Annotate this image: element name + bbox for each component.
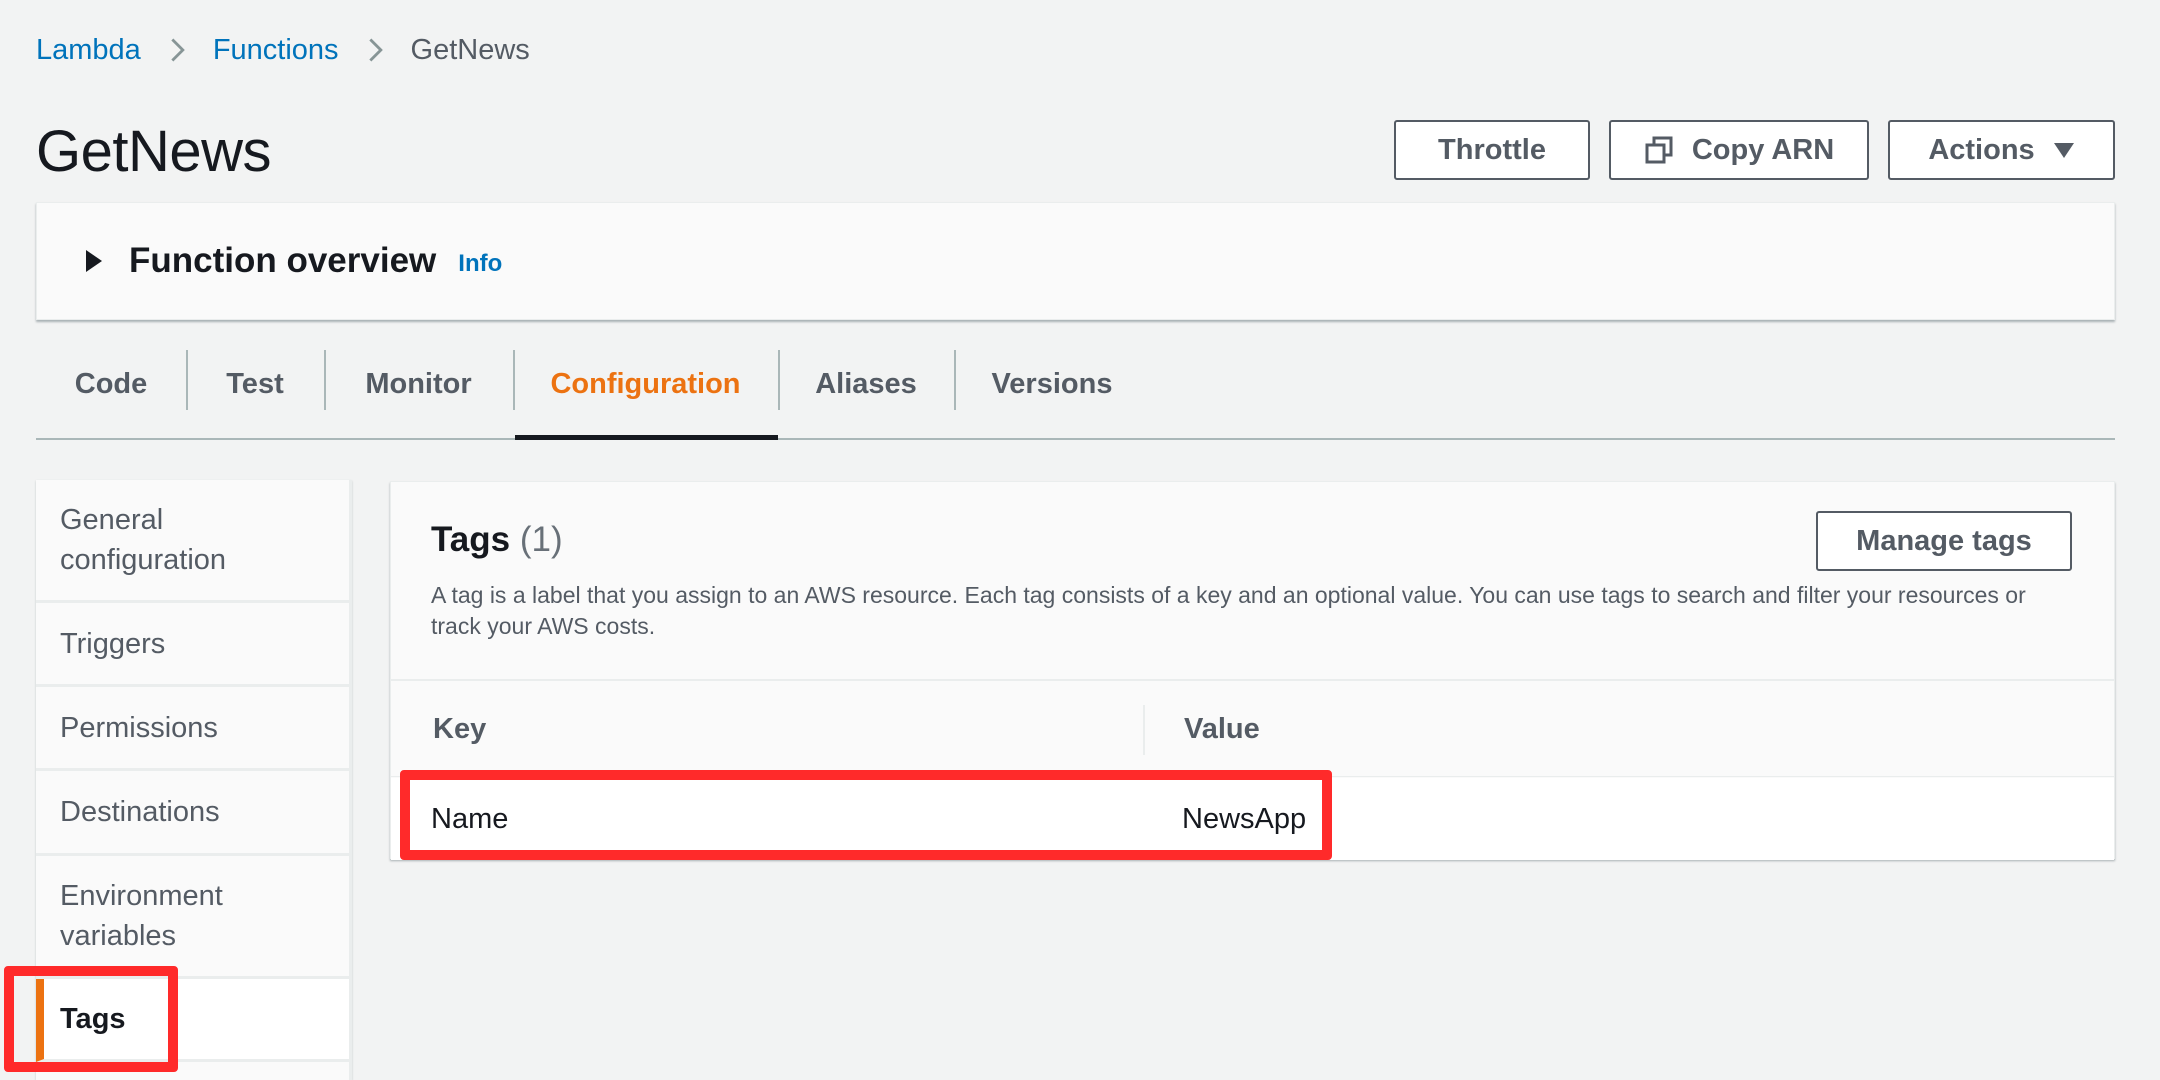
throttle-button[interactable]: Throttle (1394, 120, 1590, 180)
breadcrumb-current: GetNews (410, 33, 530, 66)
sidebar-item-label: General configuration (60, 504, 227, 576)
tab-label: Code (74, 367, 148, 400)
sidebar-item-tags[interactable]: Tags (36, 979, 349, 1062)
page-title: GetNews (36, 119, 272, 184)
tab-label: Versions (991, 367, 1113, 400)
caret-down-icon (2053, 141, 2075, 159)
function-tabs: Code Test Monitor Configuration Aliases … (36, 330, 2115, 440)
sidebar-item-environment-variables[interactable]: Environment variables (36, 856, 349, 979)
column-header-key[interactable]: Key (433, 681, 486, 777)
column-header-value[interactable]: Value (1184, 681, 1260, 777)
configuration-sidenav: General configuration Triggers Permissio… (36, 480, 352, 1080)
caret-right-icon[interactable] (83, 247, 105, 275)
tab-label: Test (226, 367, 284, 400)
table-row: Name NewsApp (391, 778, 2114, 860)
sidebar-item-label: Triggers (60, 627, 166, 660)
sidebar-item-general-configuration[interactable]: General configuration (36, 480, 349, 603)
function-overview-panel: Function overview Info (36, 202, 2115, 320)
sidebar-item-permissions[interactable]: Permissions (36, 687, 349, 771)
sidebar-item-triggers[interactable]: Triggers (36, 603, 349, 687)
tab-versions[interactable]: Versions (954, 330, 1150, 438)
breadcrumb-lambda[interactable]: Lambda (36, 34, 141, 67)
tags-heading: Tags (1) (431, 520, 563, 560)
chevron-right-icon (355, 30, 395, 70)
tags-description: A tag is a label that you assign to an A… (431, 582, 2026, 639)
tab-configuration[interactable]: Configuration (513, 330, 778, 440)
tag-value-cell: NewsApp (1182, 802, 1307, 835)
sidebar-item-label: Permissions (60, 711, 218, 744)
sidebar-item-label: Tags (60, 1003, 126, 1035)
copy-arn-button[interactable]: Copy ARN (1609, 120, 1869, 180)
info-link[interactable]: Info (458, 250, 502, 278)
copy-icon (1644, 135, 1674, 165)
breadcrumb: Lambda Functions GetNews (36, 30, 530, 70)
throttle-button-label: Throttle (1438, 133, 1546, 166)
actions-button-label: Actions (1928, 133, 2035, 166)
tab-test[interactable]: Test (186, 330, 324, 438)
column-divider[interactable] (1143, 705, 1145, 755)
tags-panel: Tags (1) Manage tags A tag is a label th… (390, 481, 2115, 860)
copy-arn-button-label: Copy ARN (1691, 133, 1835, 166)
sidebar-item-label: Destinations (60, 796, 220, 828)
tab-label: Aliases (815, 367, 917, 400)
tab-aliases[interactable]: Aliases (778, 330, 954, 438)
tab-label: Configuration (550, 367, 741, 400)
tags-count: (1) (519, 520, 563, 559)
function-overview-title[interactable]: Function overview (129, 241, 436, 281)
tags-table-header: Key Value (391, 679, 2114, 777)
tab-code[interactable]: Code (36, 330, 186, 438)
tag-key-cell: Name (431, 802, 509, 835)
tab-label: Monitor (365, 367, 472, 400)
sidebar-item-destinations[interactable]: Destinations (36, 771, 349, 856)
manage-tags-button[interactable]: Manage tags (1816, 511, 2072, 571)
chevron-right-icon (157, 30, 197, 70)
breadcrumb-functions[interactable]: Functions (213, 34, 339, 67)
tab-monitor[interactable]: Monitor (324, 330, 513, 438)
sidebar-item-label: Environment variables (60, 880, 223, 952)
manage-tags-button-label: Manage tags (1856, 524, 2032, 557)
actions-dropdown-button[interactable]: Actions (1888, 120, 2115, 180)
tags-title: Tags (431, 520, 511, 559)
